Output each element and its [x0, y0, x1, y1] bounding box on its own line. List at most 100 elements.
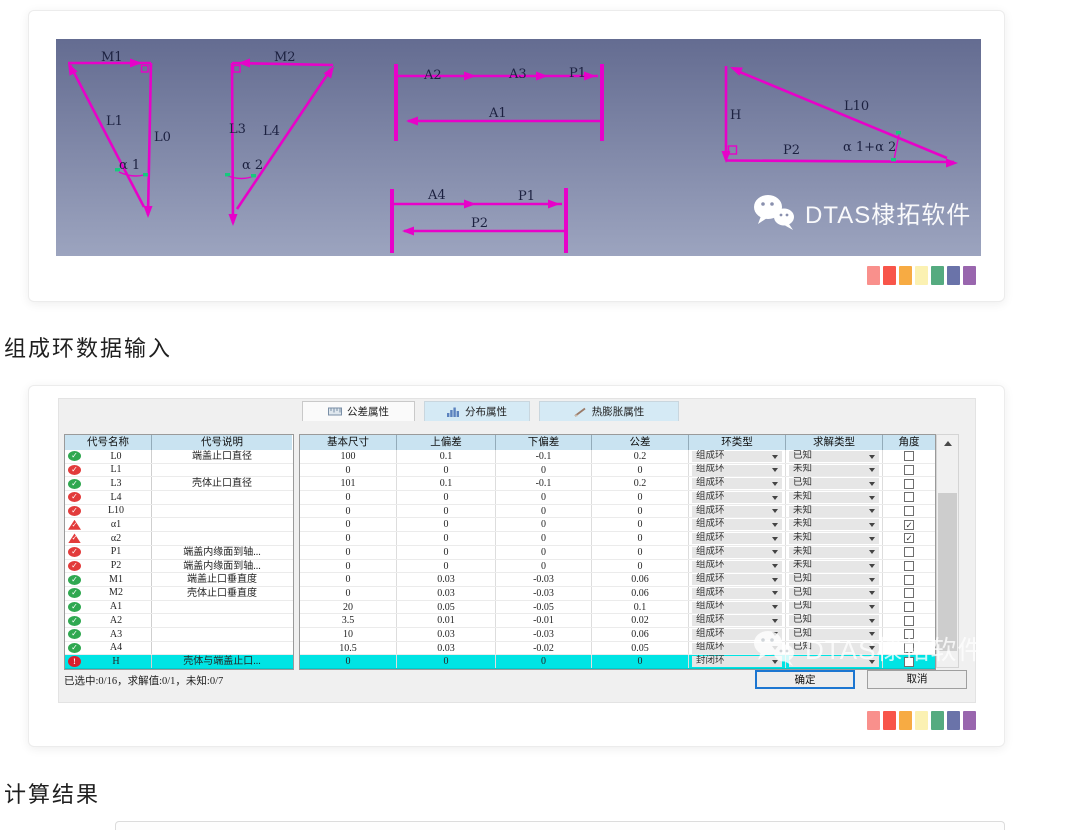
ring-type-dropdown[interactable]: 组成环 — [692, 588, 782, 599]
lower-dev-cell[interactable]: 0 — [496, 655, 592, 668]
table-row[interactable]: 0000组成环未知 — [300, 491, 935, 505]
table-row[interactable]: !H壳体与端盖止口... — [65, 655, 293, 669]
solve-type-dropdown[interactable]: 已知 — [789, 478, 879, 489]
tolerance-cell[interactable]: 0.02 — [592, 614, 689, 627]
ring-type-dropdown[interactable]: 组成环 — [692, 547, 782, 558]
lower-dev-cell[interactable]: 0 — [496, 560, 592, 573]
upper-dev-cell[interactable]: 0.1 — [397, 450, 496, 463]
scroll-up-button[interactable] — [937, 435, 958, 451]
upper-dev-cell[interactable]: 0.03 — [397, 573, 496, 586]
basic-size-cell[interactable]: 101 — [300, 477, 397, 490]
solve-type-dropdown[interactable]: 未知 — [789, 561, 879, 572]
table-row[interactable]: ✓A3 — [65, 628, 293, 642]
tolerance-cell[interactable]: 0 — [592, 505, 689, 518]
lower-dev-cell[interactable]: 0 — [496, 491, 592, 504]
tolerance-cell[interactable]: 0.06 — [592, 573, 689, 586]
ring-type-dropdown[interactable]: 组成环 — [692, 533, 782, 544]
tolerance-cell[interactable]: 0 — [592, 532, 689, 545]
basic-size-cell[interactable]: 0 — [300, 505, 397, 518]
lower-dev-cell[interactable]: 0 — [496, 518, 592, 531]
tolerance-cell[interactable]: 0 — [592, 518, 689, 531]
basic-size-cell[interactable]: 0 — [300, 655, 397, 668]
upper-dev-cell[interactable]: 0 — [397, 560, 496, 573]
table-row[interactable]: ✓A1 — [65, 601, 293, 615]
lower-dev-cell[interactable]: -0.05 — [496, 601, 592, 614]
ring-type-dropdown[interactable]: 组成环 — [692, 478, 782, 489]
lower-dev-cell[interactable]: -0.03 — [496, 587, 592, 600]
ring-type-dropdown[interactable]: 组成环 — [692, 506, 782, 517]
tolerance-cell[interactable]: 0 — [592, 464, 689, 477]
tolerance-cell[interactable]: 0.2 — [592, 450, 689, 463]
angle-checkbox[interactable] — [904, 561, 914, 571]
table-row[interactable]: 200.05-0.050.1组成环已知 — [300, 601, 935, 615]
basic-size-cell[interactable]: 0 — [300, 518, 397, 531]
tab-thermal-props[interactable]: 热膨胀属性 — [539, 401, 679, 421]
table-row[interactable]: 0000组成环未知 — [300, 560, 935, 574]
table-row[interactable]: 0000组成环未知 — [300, 464, 935, 478]
lower-dev-cell[interactable]: -0.01 — [496, 614, 592, 627]
tab-distribution-props[interactable]: 分布属性 — [424, 401, 530, 421]
tolerance-cell[interactable]: 0.05 — [592, 642, 689, 655]
basic-size-cell[interactable]: 0 — [300, 560, 397, 573]
solve-type-dropdown[interactable]: 未知 — [789, 492, 879, 503]
upper-dev-cell[interactable]: 0 — [397, 518, 496, 531]
basic-size-cell[interactable]: 10 — [300, 628, 397, 641]
scroll-thumb[interactable] — [938, 493, 957, 651]
table-row[interactable]: ✓α1 — [65, 518, 293, 532]
lower-dev-cell[interactable]: 0 — [496, 505, 592, 518]
solve-type-dropdown[interactable]: 未知 — [789, 519, 879, 530]
tolerance-cell[interactable]: 0 — [592, 491, 689, 504]
tolerance-cell[interactable]: 0.2 — [592, 477, 689, 490]
solve-type-dropdown[interactable]: 已知 — [789, 574, 879, 585]
tolerance-cell[interactable]: 0 — [592, 560, 689, 573]
lower-dev-cell[interactable]: -0.03 — [496, 573, 592, 586]
table-row[interactable]: ✓M2壳体止口垂直度 — [65, 587, 293, 601]
upper-dev-cell[interactable]: 0.03 — [397, 642, 496, 655]
basic-size-cell[interactable]: 10.5 — [300, 642, 397, 655]
ring-type-dropdown[interactable]: 组成环 — [692, 519, 782, 530]
lower-dev-cell[interactable]: -0.03 — [496, 628, 592, 641]
basic-size-cell[interactable]: 20 — [300, 601, 397, 614]
ok-button[interactable]: 确定 — [755, 670, 855, 689]
basic-size-cell[interactable]: 0 — [300, 491, 397, 504]
table-row[interactable]: 0000组成环未知✓ — [300, 532, 935, 546]
table-row[interactable]: ✓L10 — [65, 505, 293, 519]
angle-checkbox[interactable] — [904, 492, 914, 502]
angle-checkbox[interactable] — [904, 479, 914, 489]
angle-checkbox[interactable] — [904, 465, 914, 475]
angle-checkbox[interactable] — [904, 588, 914, 598]
lower-dev-cell[interactable]: 0 — [496, 532, 592, 545]
solve-type-dropdown[interactable]: 未知 — [789, 506, 879, 517]
upper-dev-cell[interactable]: 0 — [397, 655, 496, 668]
upper-dev-cell[interactable]: 0.03 — [397, 587, 496, 600]
cancel-button[interactable]: 取消 — [867, 670, 967, 689]
angle-checkbox[interactable] — [904, 547, 914, 557]
lower-dev-cell[interactable]: 0 — [496, 464, 592, 477]
ring-type-dropdown[interactable]: 组成环 — [692, 492, 782, 503]
upper-dev-cell[interactable]: 0 — [397, 491, 496, 504]
basic-size-cell[interactable]: 100 — [300, 450, 397, 463]
tolerance-cell[interactable]: 0.1 — [592, 601, 689, 614]
table-row[interactable]: ✓L3壳体止口直径 — [65, 477, 293, 491]
table-row[interactable]: 0000组成环未知 — [300, 546, 935, 560]
upper-dev-cell[interactable]: 0.03 — [397, 628, 496, 641]
basic-size-cell[interactable]: 0 — [300, 464, 397, 477]
table-row[interactable]: ✓P2端盖内缘面到轴... — [65, 560, 293, 574]
tolerance-cell[interactable]: 0 — [592, 655, 689, 668]
lower-dev-cell[interactable]: 0 — [496, 546, 592, 559]
upper-dev-cell[interactable]: 0 — [397, 546, 496, 559]
table-row[interactable]: ✓L1 — [65, 464, 293, 478]
table-row[interactable]: ✓A4 — [65, 642, 293, 656]
basic-size-cell[interactable]: 3.5 — [300, 614, 397, 627]
table-row[interactable]: ✓P1端盖内缘面到轴... — [65, 546, 293, 560]
upper-dev-cell[interactable]: 0.1 — [397, 477, 496, 490]
table-row[interactable]: ✓α2 — [65, 532, 293, 546]
ring-type-dropdown[interactable]: 组成环 — [692, 602, 782, 613]
angle-checkbox[interactable] — [904, 575, 914, 585]
table-row[interactable]: ✓M1端盖止口垂直度 — [65, 573, 293, 587]
ring-type-dropdown[interactable]: 组成环 — [692, 465, 782, 476]
upper-dev-cell[interactable]: 0 — [397, 464, 496, 477]
solve-type-dropdown[interactable]: 已知 — [789, 615, 879, 626]
lower-dev-cell[interactable]: -0.1 — [496, 450, 592, 463]
table-row[interactable]: 0000组成环未知✓ — [300, 518, 935, 532]
